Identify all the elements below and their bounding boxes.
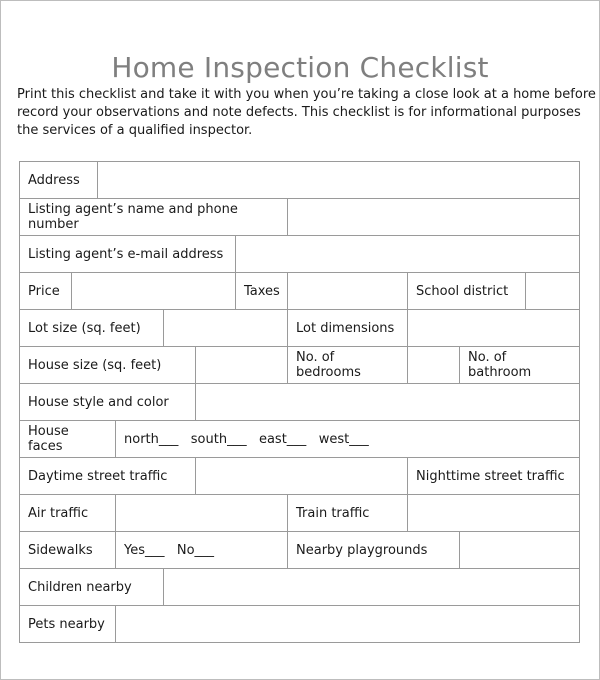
intro-paragraph: Print this checklist and take it with yo… [17, 86, 596, 140]
field-label: Yes___ No___ [115, 531, 288, 569]
field-label: Listing agent’s name and phone number [19, 198, 288, 236]
field-label: Price [19, 272, 72, 310]
field-label: Lot dimensions [287, 309, 408, 347]
field-label: Children nearby [19, 568, 164, 606]
field-input-cell[interactable] [459, 531, 580, 569]
field-input-cell[interactable] [97, 161, 580, 199]
field-input-cell[interactable] [163, 568, 580, 606]
field-input-cell[interactable] [407, 494, 580, 532]
field-input-cell[interactable] [71, 272, 236, 310]
field-input-cell[interactable] [195, 346, 288, 384]
field-label: House faces [19, 420, 116, 458]
field-input-cell[interactable] [195, 457, 408, 495]
field-label: Pets nearby [19, 605, 116, 643]
field-input-cell[interactable] [525, 272, 580, 310]
field-label: Lot size (sq. feet) [19, 309, 164, 347]
intro-line: the services of a qualified inspector. [17, 123, 253, 138]
field-label: Nearby playgrounds [287, 531, 460, 569]
field-label: Taxes [235, 272, 288, 310]
field-input-cell[interactable] [407, 346, 460, 384]
field-label: north___ south___ east___ west___ [115, 420, 580, 458]
field-label: Daytime street traffic [19, 457, 196, 495]
field-label: House size (sq. feet) [19, 346, 196, 384]
field-label: House style and color [19, 383, 196, 421]
field-label: Address [19, 161, 98, 199]
field-input-cell[interactable] [115, 494, 288, 532]
field-label: Air traffic [19, 494, 116, 532]
field-input-cell[interactable] [235, 235, 580, 273]
field-input-cell[interactable] [195, 383, 580, 421]
field-label: Train traffic [287, 494, 408, 532]
field-label: School district [407, 272, 526, 310]
field-label: Listing agent’s e-mail address [19, 235, 236, 273]
intro-line: Print this checklist and take it with yo… [17, 87, 596, 102]
field-input-cell[interactable] [287, 272, 408, 310]
intro-line: record your observations and note defect… [17, 105, 581, 120]
field-input-cell[interactable] [287, 198, 580, 236]
field-label: Sidewalks [19, 531, 116, 569]
field-input-cell[interactable] [115, 605, 580, 643]
field-input-cell[interactable] [163, 309, 288, 347]
field-label: Nighttime street traffic [407, 457, 580, 495]
field-input-cell[interactable] [407, 309, 580, 347]
field-label: No. of bedrooms [287, 346, 408, 384]
field-label: No. of bathroom [459, 346, 580, 384]
page-title: Home Inspection Checklist [111, 50, 489, 84]
